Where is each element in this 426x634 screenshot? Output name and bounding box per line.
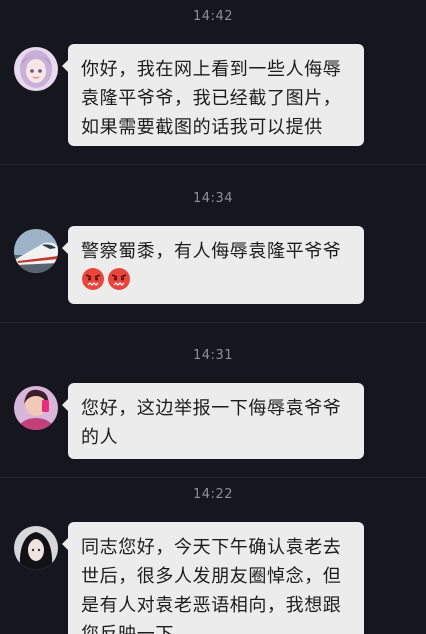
chat-screen: 14:42 你好，我在网上看到一些人侮辱 袁隆平爷爷，我已经截了图片， 如果需要… [0,0,426,634]
message-line: 是有人对袁老恶语相向，我想跟 [81,595,342,616]
message-line: 的人 [81,427,119,448]
avatar-train-icon[interactable] [14,229,58,273]
message-bubble[interactable]: 你好，我在网上看到一些人侮辱 袁隆平爷爷，我已经截了图片， 如果需要截图的话我可… [62,44,364,146]
message-line: 世后，很多人发朋友圈悼念，但 [81,566,342,587]
avatar-dark-hair-icon[interactable] [14,526,58,570]
timestamp: 14:22 [193,487,233,502]
avatar-anime-girl-icon[interactable] [14,47,58,91]
message-bubble[interactable]: 警察蜀黍，有人侮辱袁隆平爷爷 [62,226,364,304]
divider [0,164,426,165]
avatar-person-icon[interactable] [14,386,58,430]
message-line: 如果需要截图的话我可以提供 [81,117,323,138]
message-line: 您好，这边举报一下侮辱袁爷爷 [81,398,342,419]
message-line: 袁隆平爷爷，我已经截了图片， [81,88,342,109]
message-line: 警察蜀黍，有人侮辱袁隆平爷爷 [81,241,342,262]
angry-face-icon [81,267,105,291]
emoji-row [81,266,352,295]
timestamp: 14:31 [193,348,233,363]
message-line: 您反映一下 [81,620,352,634]
divider [0,322,426,323]
message-bubble[interactable]: 同志您好，今天下午确认袁老去 世后，很多人发朋友圈悼念，但 是有人对袁老恶语相向… [62,522,364,634]
message-line: 同志您好，今天下午确认袁老去 [81,537,342,558]
angry-face-icon [107,267,131,291]
timestamp: 14:34 [193,191,233,206]
divider [0,477,426,478]
timestamp: 14:42 [193,9,233,24]
message-bubble[interactable]: 您好，这边举报一下侮辱袁爷爷 的人 [62,383,364,459]
message-line: 你好，我在网上看到一些人侮辱 [81,59,342,80]
